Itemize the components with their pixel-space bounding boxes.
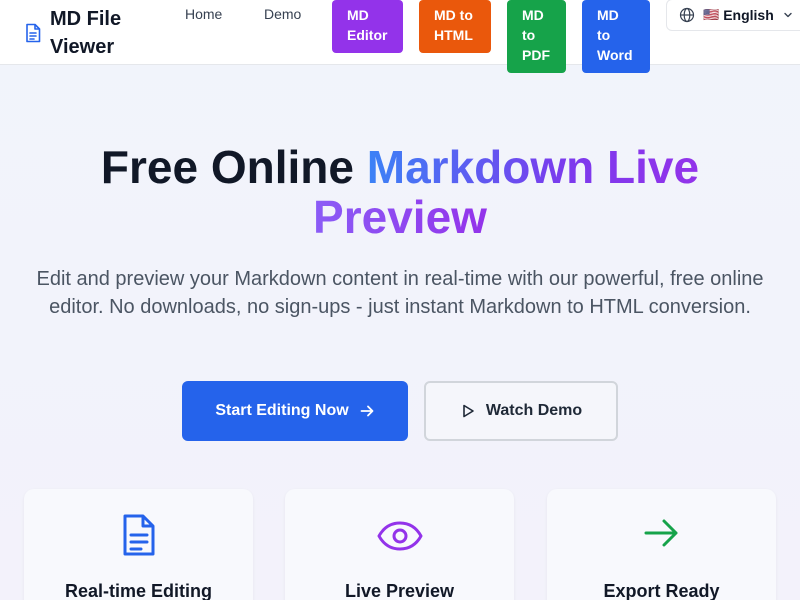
play-icon xyxy=(463,404,474,418)
start-editing-button[interactable]: Start Editing Now xyxy=(182,381,408,441)
watch-demo-label: Watch Demo xyxy=(485,402,583,419)
site-header: MD File Viewer Home Demo MD Editor MD to… xyxy=(0,0,800,73)
logo[interactable]: MD File Viewer xyxy=(24,5,140,61)
flag-icon: 🇺🇸 xyxy=(703,7,720,22)
chevron-down-icon xyxy=(784,12,792,18)
feature-card-export-ready: Export Ready xyxy=(547,489,776,600)
logo-text: MD File Viewer xyxy=(50,8,122,58)
md-editor-button[interactable]: MD Editor xyxy=(332,0,403,53)
globe-icon xyxy=(679,7,695,23)
md-to-word-button[interactable]: MD to Word xyxy=(582,0,650,73)
nav-home-link[interactable]: Home xyxy=(185,6,222,22)
hero-subtitle: Edit and preview your Markdown content i… xyxy=(36,268,764,318)
document-icon xyxy=(26,23,41,43)
hero-title: Free Online Markdown Live Preview xyxy=(0,142,800,242)
feature-title: Export Ready xyxy=(603,581,720,600)
feature-card-live-preview: Live Preview xyxy=(285,489,514,600)
start-editing-label: Start Editing Now xyxy=(215,402,349,419)
md-to-html-button[interactable]: MD to HTML xyxy=(419,0,491,53)
language-selector[interactable]: 🇺🇸 English xyxy=(666,0,800,31)
document-icon xyxy=(123,514,154,556)
md-to-pdf-button[interactable]: MD to PDF xyxy=(507,0,566,73)
feature-card-realtime-editing: Real-time Editing xyxy=(24,489,253,600)
eye-icon xyxy=(377,521,422,551)
nav-demo-link[interactable]: Demo xyxy=(264,6,301,22)
hero-title-highlight-2: Preview xyxy=(313,191,487,243)
arrow-right-icon xyxy=(360,405,374,417)
hero-title-plain: Free Online xyxy=(100,141,367,193)
feature-title: Live Preview xyxy=(344,581,455,600)
feature-title: Real-time Editing xyxy=(64,581,212,600)
arrow-right-icon xyxy=(644,519,677,547)
language-label: English xyxy=(723,7,774,23)
hero-title-highlight: Markdown Live xyxy=(366,141,700,193)
watch-demo-button[interactable]: Watch Demo xyxy=(424,381,618,441)
